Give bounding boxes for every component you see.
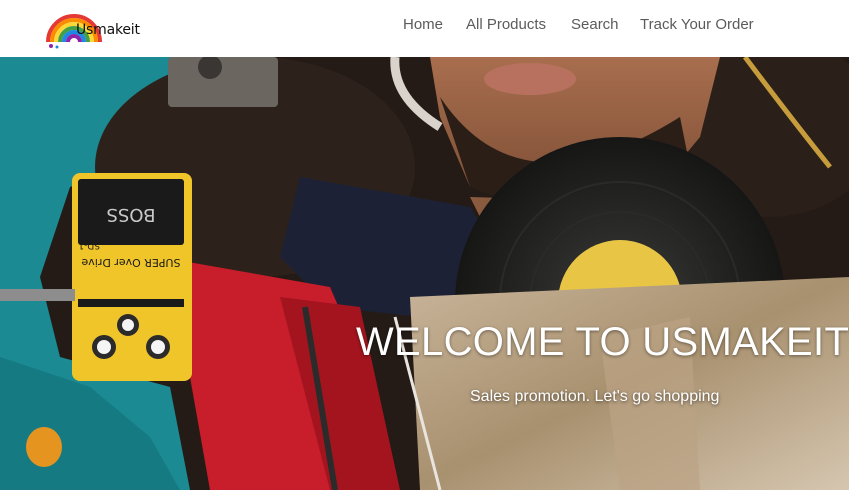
hero-banner: BOSS SUPER Over Drive SD-1 WELCOME TO US… (0, 57, 849, 490)
hero-subtitle: Sales promotion. Let's go shopping (470, 388, 720, 405)
svg-text:SUPER Over Drive: SUPER Over Drive (81, 256, 180, 269)
svg-text:BOSS: BOSS (106, 204, 155, 225)
nav-home[interactable]: Home (403, 16, 443, 33)
hero-title: WELCOME TO USMAKEIT (356, 320, 849, 364)
guitar-pedal-image: BOSS SUPER Over Drive SD-1 (72, 173, 192, 381)
hero-background-image: BOSS SUPER Over Drive SD-1 (0, 57, 849, 490)
site-header: Usmakeit Home All Products Search Track … (0, 0, 849, 57)
svg-text:SD-1: SD-1 (78, 240, 100, 250)
nav-track-order[interactable]: Track Your Order (640, 16, 754, 33)
brand-name: Usmakeit (76, 22, 140, 38)
nav-all-products[interactable]: All Products (466, 16, 546, 33)
nav-search[interactable]: Search (571, 16, 619, 33)
brand-logo[interactable]: Usmakeit (44, 2, 144, 50)
